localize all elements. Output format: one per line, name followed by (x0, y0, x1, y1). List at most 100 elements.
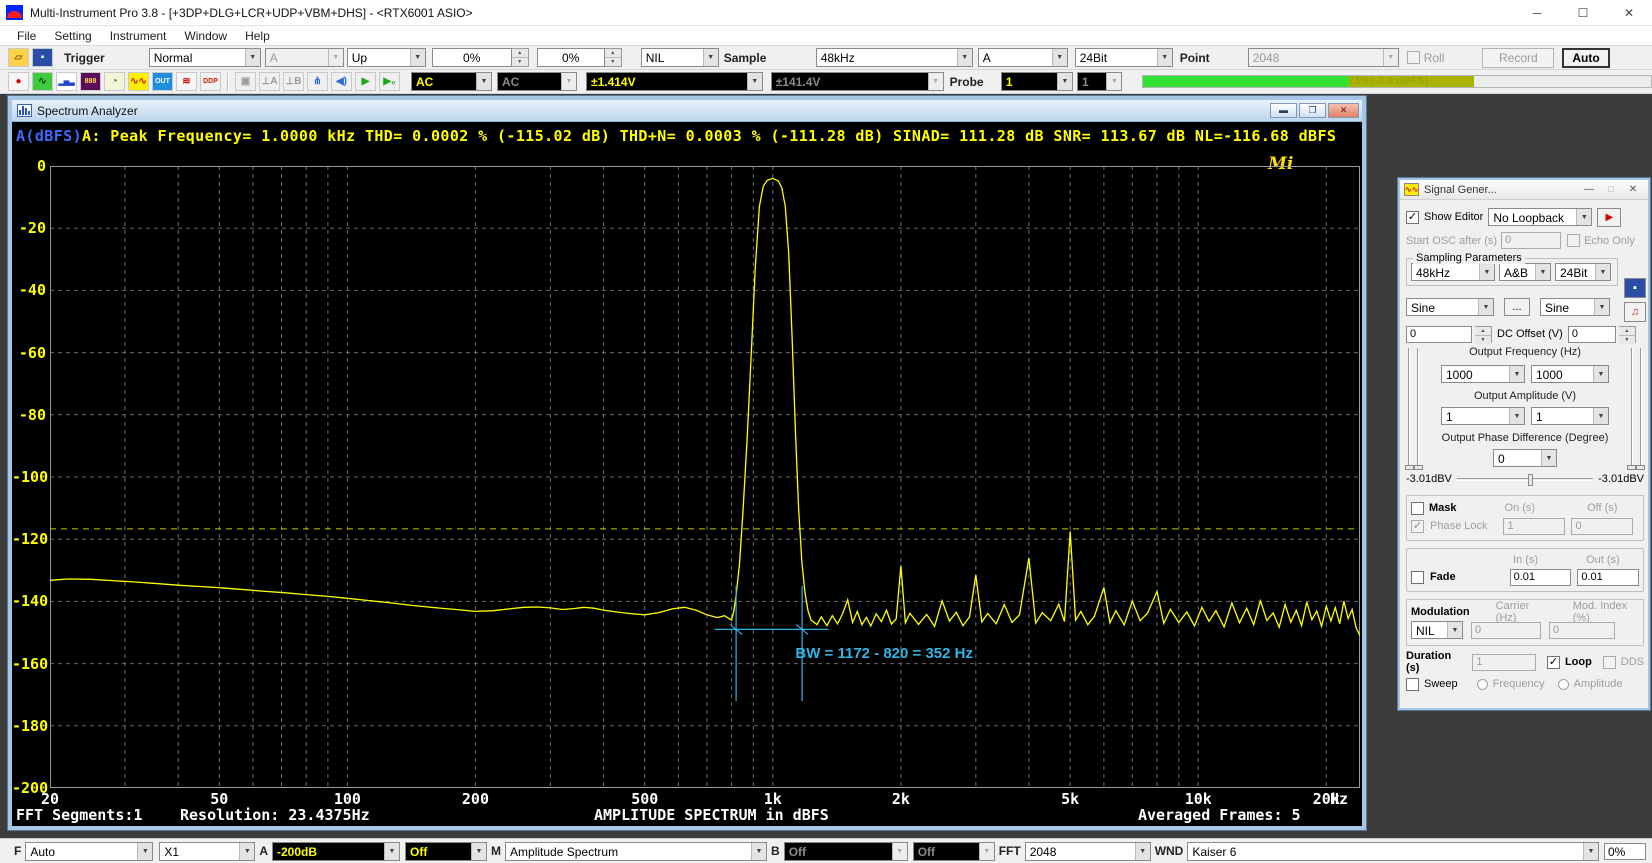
hpf-combo[interactable]: NIL▼ (641, 48, 719, 67)
slider-thumb[interactable] (1414, 465, 1423, 470)
multi-waves-icon[interactable]: ≋ (176, 72, 197, 91)
window-restore-icon[interactable]: ❐ (1299, 103, 1326, 118)
slider-thumb[interactable] (1627, 465, 1636, 470)
frequency-b-combo[interactable]: 1000▼ (1531, 365, 1609, 383)
menu-instrument[interactable]: Instrument (101, 29, 176, 43)
dc-offset-a-field[interactable]: 0 (1406, 326, 1472, 343)
menu-help[interactable]: Help (236, 29, 279, 43)
sweep-checkbox[interactable] (1406, 678, 1419, 691)
score-button[interactable]: ♫ (1624, 302, 1646, 322)
close-icon[interactable]: ✕ (1606, 0, 1652, 26)
a-range-combo[interactable]: -200dB▼ (272, 842, 400, 861)
window-close-icon[interactable]: ✕ (1622, 184, 1644, 195)
loopback-combo[interactable]: No Loopback▼ (1488, 208, 1592, 226)
signal-generator-icon[interactable]: ∿∿ (128, 72, 149, 91)
signal-generator-titlebar[interactable]: ∿∿ Signal Gener... — □ ✕ (1400, 180, 1648, 200)
record-icon[interactable]: ● (8, 72, 29, 91)
waveform-b-combo[interactable]: Sine▼ (1540, 298, 1610, 316)
spinner-arrows-icon[interactable]: ▲▼ (1619, 326, 1636, 343)
window-function-combo[interactable]: Kaiser 6▼ (1187, 842, 1599, 861)
dds-checkbox (1603, 656, 1616, 669)
trigger-mode-combo[interactable]: Normal▼ (149, 48, 261, 67)
freq-slider-a-track[interactable] (1408, 348, 1410, 468)
freq-axis-combo[interactable]: Auto▼ (25, 842, 153, 861)
fade-checkbox[interactable] (1411, 571, 1424, 584)
save-icon[interactable]: ▪ (32, 48, 53, 67)
y-axis-tick-label: 0 (12, 157, 46, 175)
window-minimize-icon[interactable]: ▬ (1270, 103, 1297, 118)
calibration-icon[interactable]: ⋔ (307, 72, 328, 91)
overlap-field[interactable]: 0% (1604, 843, 1646, 860)
zoom-combo[interactable]: X1▼ (159, 842, 255, 861)
spectrum-analyzer-titlebar[interactable]: Spectrum Analyzer ▬ ❐ ✕ (12, 100, 1362, 122)
freq-slider-b-track[interactable] (1640, 348, 1642, 468)
multimeter-icon[interactable]: 888 (80, 72, 101, 91)
window-close-icon[interactable]: ✕ (1328, 103, 1359, 118)
amplitude-b-combo[interactable]: 1▼ (1531, 407, 1609, 425)
spectrum-3d-icon[interactable]: ◔ (104, 72, 125, 91)
gen-sample-rate-combo[interactable]: 48kHz▼ (1411, 263, 1495, 281)
menu-file[interactable]: File (8, 29, 45, 43)
speaker-icon[interactable]: ◀) (331, 72, 352, 91)
open-icon[interactable]: ▱ (8, 48, 29, 67)
window-minimize-icon[interactable]: — (1578, 184, 1600, 195)
frequency-a-combo[interactable]: 1000▼ (1441, 365, 1525, 383)
a-mode-combo[interactable]: Off▼ (405, 842, 487, 861)
trigger-level-spin[interactable]: 0% ▲▼ (432, 48, 529, 67)
sample-bits-combo[interactable]: 24Bit▼ (1075, 48, 1173, 67)
trigger-edge-combo[interactable]: Up▼ (347, 48, 426, 67)
save-signal-button[interactable]: ▪ (1624, 278, 1646, 298)
derived-point-icon[interactable]: ▣ (235, 72, 256, 91)
play-icon[interactable]: ▶ (355, 72, 376, 91)
balance-slider[interactable] (1457, 478, 1593, 481)
spinner-arrows-icon[interactable]: ▲▼ (512, 48, 529, 67)
sample-rate-combo[interactable]: 48kHz▼ (816, 48, 973, 67)
mask-checkbox[interactable] (1411, 502, 1424, 515)
minimize-icon[interactable]: ─ (1514, 0, 1560, 26)
amplitude-a-combo[interactable]: 1▼ (1441, 407, 1525, 425)
spectrum-type-combo[interactable]: Amplitude Spectrum▼ (505, 842, 767, 861)
gen-channels-combo[interactable]: A&B▼ (1499, 263, 1551, 281)
spinner-arrows-icon[interactable]: ▲▼ (605, 48, 622, 67)
device-test-plan-icon[interactable]: OUT (152, 72, 173, 91)
chevron-down-icon: ▼ (1509, 366, 1524, 382)
spectrum-analyzer-icon[interactable]: ▂▅▃ (56, 72, 77, 91)
more-waveform-button[interactable]: ... (1504, 298, 1530, 316)
phase-combo[interactable]: 0▼ (1493, 449, 1557, 467)
coupling-a-combo[interactable]: AC▼ (411, 72, 492, 91)
fade-in-field[interactable]: 0.01 (1510, 569, 1572, 586)
reference-a-icon[interactable]: ⊥A (259, 72, 280, 91)
menu-window[interactable]: Window (175, 29, 236, 43)
loop-checkbox[interactable]: ✓ (1547, 656, 1560, 669)
range-a-combo[interactable]: ±1.414V▼ (586, 72, 763, 91)
fine-slider-a-track[interactable] (1417, 348, 1419, 468)
play-loop-icon[interactable]: ▶₀ (379, 72, 400, 91)
show-editor-checkbox[interactable]: ✓ (1406, 211, 1419, 224)
spectrum-plot[interactable] (50, 166, 1360, 788)
fade-out-field[interactable]: 0.01 (1577, 569, 1639, 586)
ddp-viewer-icon[interactable]: DDP (200, 72, 221, 91)
reference-b-icon[interactable]: ⊥B (283, 72, 304, 91)
probe-a-combo[interactable]: 1▼ (1001, 72, 1073, 91)
spinner-arrows-icon[interactable]: ▲▼ (1475, 326, 1492, 343)
echo-only-checkbox (1567, 234, 1580, 247)
sweep-label: Sweep (1424, 678, 1458, 690)
generator-run-button[interactable]: ▶ (1597, 208, 1621, 227)
waveform-a-combo[interactable]: Sine▼ (1406, 298, 1494, 316)
slider-thumb[interactable] (1636, 465, 1645, 470)
mod-index-label: Mod. Index (%) (1573, 600, 1639, 624)
slider-thumb[interactable] (1405, 465, 1414, 470)
oscilloscope-icon[interactable]: ∿ (32, 72, 53, 91)
slider-thumb[interactable] (1528, 474, 1533, 486)
trigger-delay-spin[interactable]: 0% ▲▼ (537, 48, 622, 67)
echo-only-label: Echo Only (1584, 235, 1635, 247)
fine-slider-b-track[interactable] (1631, 348, 1633, 468)
fft-size-combo[interactable]: 2048▼ (1025, 842, 1151, 861)
maximize-icon[interactable]: ☐ (1560, 0, 1606, 26)
gen-bits-combo[interactable]: 24Bit▼ (1555, 263, 1611, 281)
dc-offset-b-field[interactable]: 0 (1568, 326, 1616, 343)
menu-setting[interactable]: Setting (45, 29, 100, 43)
modulation-type-combo[interactable]: NIL▼ (1411, 621, 1463, 639)
auto-button[interactable]: Auto (1562, 48, 1609, 68)
sample-channel-combo[interactable]: A▼ (978, 48, 1068, 67)
